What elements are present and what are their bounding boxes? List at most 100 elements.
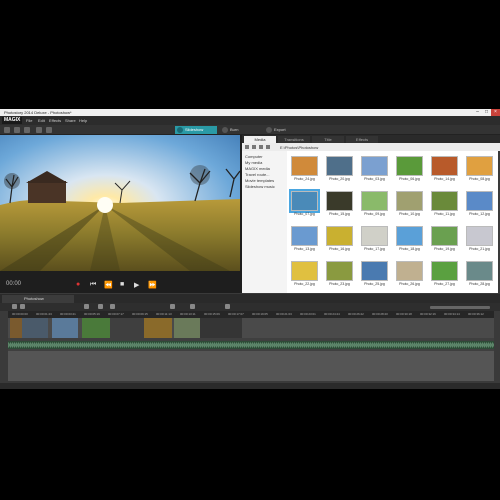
photo-thumbnail[interactable]: Photo_15.jpg (324, 189, 355, 220)
thumbnail-image (431, 261, 458, 281)
thumbnail-image (289, 189, 320, 213)
tab-media[interactable]: Media (244, 136, 276, 143)
photo-thumbnail[interactable]: Photo_14.jpg (429, 154, 460, 185)
photo-thumbnail[interactable]: Photo_11.jpg (429, 189, 460, 220)
photo-thumbnail[interactable]: Photo_21.jpg (464, 224, 495, 255)
skip-back-icon[interactable]: ⏮ (90, 281, 96, 289)
tab-effects[interactable]: Effects (346, 136, 378, 143)
photo-thumbnail[interactable]: Photo_10.jpg (394, 189, 425, 220)
photo-thumbnail[interactable]: Photo_06.jpg (394, 154, 425, 185)
photo-thumbnail[interactable]: Photo_20.jpg (324, 154, 355, 185)
clip-1[interactable] (10, 318, 22, 338)
thumbnail-image (291, 156, 318, 176)
menu-help[interactable]: Help (79, 118, 87, 123)
thumbnail-label: Photo_15.jpg (329, 212, 350, 216)
redo-icon[interactable] (110, 304, 115, 309)
photo-thumbnail[interactable]: Photo_19.jpg (429, 224, 460, 255)
clip-2[interactable] (22, 318, 48, 338)
photo-thumbnail[interactable]: Photo_18.jpg (394, 224, 425, 255)
menu-edit[interactable]: Edit (38, 118, 45, 123)
ruler-tick: 00:00:26:22 (348, 312, 364, 316)
fast-forward-icon[interactable]: ⏩ (148, 281, 157, 289)
open-icon[interactable] (14, 127, 20, 133)
effects-icon[interactable] (225, 304, 230, 309)
photo-thumbnail[interactable]: Photo_27.jpg (429, 259, 460, 290)
photo-thumbnail[interactable]: Photo_08.jpg (464, 154, 495, 185)
back-icon[interactable] (245, 145, 249, 149)
clip-4[interactable] (82, 318, 110, 338)
clip-3[interactable] (52, 318, 78, 338)
thumbnail-image (361, 226, 388, 246)
folder-path: E:\Photos\Photoshow (280, 145, 319, 150)
ruler-tick: 00:00:28:20 (372, 312, 388, 316)
thumbnail-image (396, 261, 423, 281)
up-folder-icon[interactable] (259, 145, 263, 149)
menu-file[interactable]: File (26, 118, 32, 123)
ruler-tick: 00:00:01:23 (36, 312, 52, 316)
thumbnail-image (326, 156, 353, 176)
zoom-slider[interactable] (430, 306, 490, 309)
rewind-icon[interactable]: ⏪ (104, 281, 113, 289)
text-icon[interactable] (170, 304, 175, 309)
menu-effects[interactable]: Effects (49, 118, 61, 123)
minimize-icon[interactable]: – (473, 109, 482, 116)
photo-thumbnail[interactable]: Photo_16.jpg (324, 224, 355, 255)
thumbnail-label: Photo_16.jpg (329, 247, 350, 251)
storyboard-view-icon[interactable] (12, 304, 17, 309)
photo-thumbnail[interactable]: Photo_23.jpg (324, 259, 355, 290)
stop-icon[interactable]: ■ (120, 281, 124, 288)
thumbnail-image (396, 156, 423, 176)
photo-thumbnail[interactable]: Photo_03.jpg (359, 154, 390, 185)
redo-icon[interactable] (46, 127, 52, 133)
close-icon[interactable]: × (491, 109, 500, 116)
export-label: Export (274, 127, 286, 132)
photo-thumbnail[interactable]: Photo_09.jpg (359, 189, 390, 220)
save-icon[interactable] (24, 127, 30, 133)
undo-icon[interactable] (98, 304, 103, 309)
ruler-tick: 00:00:21:03 (276, 312, 292, 316)
tree-item-slideshow-music[interactable]: Slideshow music (242, 184, 287, 190)
tab-title[interactable]: Title (312, 136, 344, 143)
cut-icon[interactable] (84, 304, 89, 309)
thumbnail-label: Photo_09.jpg (364, 212, 385, 216)
photo-thumbnail[interactable]: Photo_24.jpg (289, 154, 320, 185)
refresh-icon[interactable] (266, 145, 270, 149)
photo-thumbnail[interactable]: Photo_07.jpg (289, 189, 320, 220)
clip-5[interactable] (110, 318, 144, 338)
export-icon (266, 127, 272, 133)
photo-thumbnail[interactable]: Photo_12.jpg (464, 189, 495, 220)
audio-waveform[interactable] (8, 341, 494, 349)
thumbnail-label: Photo_19.jpg (434, 247, 455, 251)
menu-share[interactable]: Share (65, 118, 76, 123)
photo-thumbnail[interactable]: Photo_13.jpg (289, 224, 320, 255)
ruler-tick: 00:00:11:13 (156, 312, 172, 316)
maximize-icon[interactable]: □ (482, 109, 491, 116)
undo-icon[interactable] (36, 127, 42, 133)
menu-bar: MAGIX File Edit Effects Share Help (0, 116, 500, 125)
new-project-icon[interactable] (4, 127, 10, 133)
photo-thumbnail[interactable]: Photo_26.jpg (394, 259, 425, 290)
export-mode-button[interactable]: Export (264, 126, 308, 134)
tab-transitions[interactable]: Transitions (278, 136, 310, 143)
photo-thumbnail[interactable]: Photo_17.jpg (359, 224, 390, 255)
forward-icon[interactable] (252, 145, 256, 149)
folder-tree: Computer My media MAGIX media Travel rou… (242, 151, 287, 293)
mouse-mode-icon[interactable] (190, 304, 195, 309)
play-icon[interactable]: ▶ (134, 281, 139, 289)
thumbnail-grid: Photo_24.jpg Photo_20.jpg Photo_03.jpg Phot… (287, 151, 498, 293)
burn-mode-button[interactable]: Burn (220, 126, 260, 134)
record-icon[interactable]: ● (76, 281, 80, 288)
path-bar: E:\Photos\Photoshow (242, 143, 500, 151)
slideshow-mode-button[interactable]: Slideshow (175, 126, 217, 134)
photo-thumbnail[interactable]: Photo_28.jpg (464, 259, 495, 290)
title-bar: Photostory 2014 Deluxe - Photoshow* – □ … (0, 109, 500, 116)
thumbnail-label: Photo_11.jpg (434, 212, 455, 216)
clip-7[interactable] (174, 318, 200, 338)
timeline-view-icon[interactable] (20, 304, 25, 309)
timeline-tab[interactable]: Photoshow (2, 295, 74, 303)
thumbnail-label: Photo_10.jpg (399, 212, 420, 216)
clip-6[interactable] (144, 318, 172, 338)
clip-8[interactable] (200, 318, 242, 338)
photo-thumbnail[interactable]: Photo_22.jpg (289, 259, 320, 290)
photo-thumbnail[interactable]: Photo_25.jpg (359, 259, 390, 290)
